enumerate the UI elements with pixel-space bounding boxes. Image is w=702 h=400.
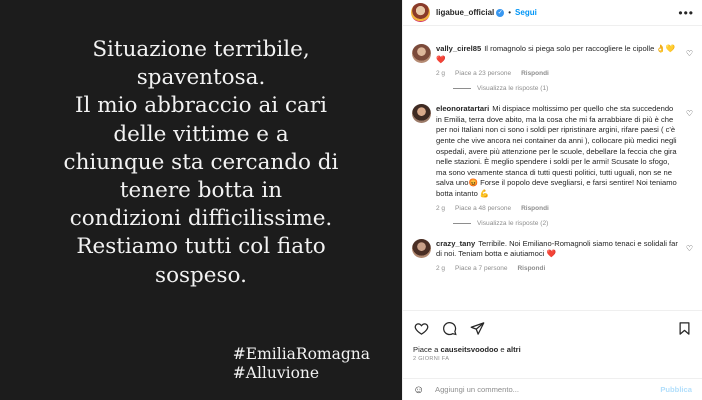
- commenter-username[interactable]: vally_cirel85: [436, 44, 481, 53]
- post-header: ligabue_official ✓ • Segui •••: [403, 0, 702, 26]
- comment-age: 2 g: [436, 204, 446, 212]
- post-footer: Piace a causeitsvoodoo e altri 2 GIORNI …: [403, 310, 702, 362]
- comment-body: eleonoratartari Mi dispiace moltissimo pe…: [436, 104, 678, 199]
- save-bookmark-icon[interactable]: [676, 320, 692, 336]
- share-paper-plane-icon[interactable]: [469, 320, 485, 336]
- header-separator: •: [508, 8, 512, 17]
- comment-text: Mi dispiace moltissimo per quello che st…: [436, 104, 677, 198]
- comment-body: crazy_tany Terribile. Noi Emiliano-Romagn…: [436, 239, 678, 260]
- view-replies-button[interactable]: Visualizza le risposte (1): [453, 85, 678, 92]
- follow-button[interactable]: Segui: [515, 8, 537, 17]
- likes-prefix: Piace a: [413, 345, 439, 354]
- comment-item: eleonoratartari Mi dispiace moltissimo pe…: [403, 104, 702, 227]
- replies-divider-line: [453, 88, 471, 90]
- emoji-smiley-icon[interactable]: ☺: [413, 384, 427, 396]
- hashtag: #EmiliaRomagna: [232, 345, 370, 363]
- comment-input[interactable]: [435, 385, 661, 394]
- post-caption-image-text: Situazione terribile, spaventosa. Il mio…: [63, 37, 339, 288]
- comment-item: vally_cirel85 Il romagnolo si piega solo …: [403, 44, 702, 92]
- likes-summary[interactable]: Piace a causeitsvoodoo e altri: [403, 345, 702, 354]
- comment-bubble-icon[interactable]: [441, 320, 457, 336]
- replies-divider-line: [453, 222, 471, 224]
- like-heart-icon[interactable]: [413, 320, 429, 336]
- commenter-username[interactable]: eleonoratartari: [436, 104, 489, 113]
- instagram-post-viewer: Situazione terribile, spaventosa. Il mio…: [0, 0, 702, 400]
- comment-meta: 2 g Piace a 23 persone Rispondi: [436, 70, 678, 77]
- comment-meta: 2 g Piace a 7 persone Rispondi: [436, 265, 678, 272]
- comments-list[interactable]: vally_cirel85 Il romagnolo si piega solo …: [403, 34, 702, 310]
- comment-likes-count[interactable]: Piace a 48 persone: [455, 205, 511, 212]
- commenter-avatar[interactable]: [412, 238, 431, 258]
- comment-age: 2 g: [436, 264, 446, 272]
- view-replies-label: Visualizza le risposte (1): [477, 85, 549, 93]
- verified-badge-icon: ✓: [496, 8, 505, 17]
- comment-like-icon[interactable]: ♡: [686, 244, 693, 253]
- comment-body: vally_cirel85 Il romagnolo si piega solo …: [436, 44, 678, 65]
- likes-suffix: e: [500, 345, 505, 354]
- reply-button[interactable]: Rispondi: [517, 265, 545, 272]
- reply-button[interactable]: Rispondi: [521, 70, 549, 77]
- view-replies-button[interactable]: Visualizza le risposte (2): [453, 220, 678, 227]
- post-side-panel: ligabue_official ✓ • Segui ••• vally_cir…: [402, 0, 702, 400]
- post-date: 2 GIORNI FA: [413, 356, 450, 362]
- likes-user[interactable]: causeitsvoodoo: [440, 345, 498, 354]
- comment-likes-count[interactable]: Piace a 23 persone: [455, 70, 511, 77]
- post-hashtags: #EmiliaRomagna #Alluvione: [233, 345, 370, 383]
- commenter-avatar[interactable]: [412, 44, 431, 63]
- post-image[interactable]: Situazione terribile, spaventosa. Il mio…: [0, 0, 402, 400]
- likes-others[interactable]: altri: [507, 345, 521, 354]
- add-comment-bar: ☺ Pubblica: [403, 378, 702, 400]
- author-username[interactable]: ligabue_official: [436, 8, 494, 17]
- post-actions-bar: [403, 311, 702, 345]
- comment-like-icon[interactable]: ♡: [686, 109, 693, 118]
- comment-meta: 2 g Piace a 48 persone Rispondi: [436, 205, 678, 212]
- more-options-icon[interactable]: •••: [678, 6, 694, 20]
- comment-item: crazy_tany Terribile. Noi Emiliano-Romagn…: [403, 238, 702, 272]
- commenter-username[interactable]: crazy_tany: [436, 239, 475, 248]
- reply-button[interactable]: Rispondi: [521, 205, 549, 212]
- comment-likes-count[interactable]: Piace a 7 persone: [455, 265, 507, 272]
- commenter-avatar[interactable]: [412, 104, 431, 124]
- author-avatar[interactable]: [411, 3, 430, 22]
- publish-button[interactable]: Pubblica: [660, 385, 692, 394]
- view-replies-label: Visualizza le risposte (2): [477, 219, 549, 227]
- hashtag: #Alluvione: [232, 364, 320, 382]
- comment-age: 2 g: [436, 70, 446, 78]
- comment-like-icon[interactable]: ♡: [686, 49, 693, 58]
